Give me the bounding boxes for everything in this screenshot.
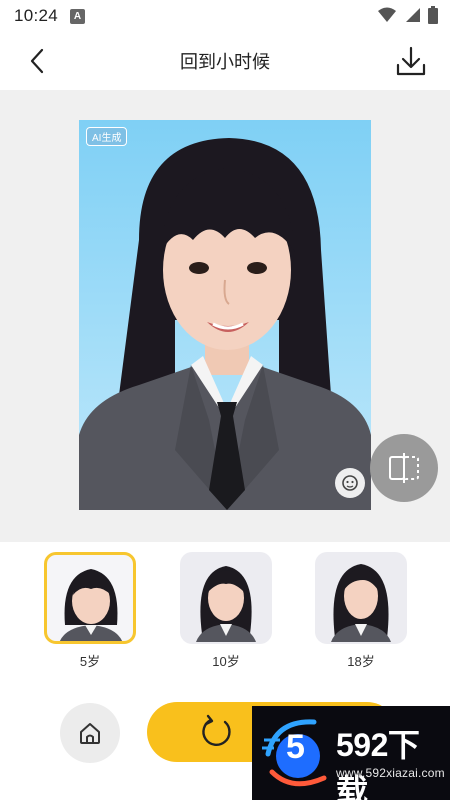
generated-portrait: AI生成 [79,120,371,510]
age-options: 5岁 10岁 18岁 [0,552,450,672]
age-thumbnail [180,552,272,644]
header-bar: 回到小时候 [0,32,450,90]
watermark-title: 592下载 [336,727,420,800]
preview-area: AI生成 [0,90,450,542]
home-button[interactable] [60,703,120,763]
compare-button[interactable] [370,434,438,502]
watermark-url: www.592xiazai.com [336,766,445,780]
age-option-18[interactable]: 18岁 [315,552,407,670]
ai-face-icon[interactable] [335,468,365,498]
notification-a-icon: A [70,8,86,24]
refresh-icon [202,714,231,746]
page-title: 回到小时候 [180,52,270,72]
signal-icon [406,8,420,22]
back-button[interactable] [20,44,54,78]
age-label: 10岁 [212,654,240,669]
app-screen: 10:24 A 回到小时候 AI生成 5岁 10岁 18岁 5 592下载 ww… [0,0,450,800]
battery-icon [428,6,438,24]
age-thumbnail [315,552,407,644]
compare-icon [389,453,419,483]
age-option-5[interactable]: 5岁 [44,552,136,670]
status-bar: 10:24 A [0,0,450,32]
age-option-10[interactable]: 10岁 [180,552,272,670]
portrait-illustration [79,120,371,510]
status-icons [378,6,438,24]
download-icon [396,46,426,76]
download-button[interactable] [392,42,430,80]
site-watermark: 5 592下载 www.592xiazai.com [252,706,450,800]
watermark-logo-text: 5 [286,728,305,766]
ai-generated-badge: AI生成 [86,127,128,146]
wifi-icon [378,7,396,22]
age-thumbnail [44,552,136,644]
home-icon [80,723,100,744]
chevron-left-icon [30,48,44,74]
age-label: 18岁 [347,654,375,669]
age-label: 5岁 [79,654,101,669]
status-time: 10:24 [14,6,59,25]
